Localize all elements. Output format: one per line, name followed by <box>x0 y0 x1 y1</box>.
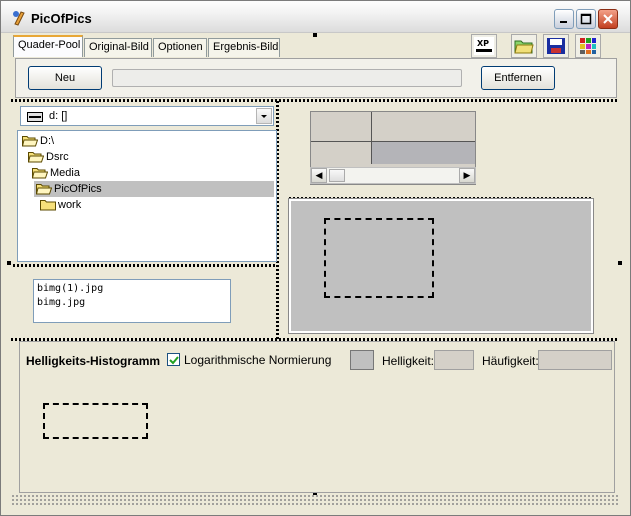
open-folder-icon <box>36 184 52 195</box>
status-strip <box>11 494 619 507</box>
tab-label: Quader-Pool <box>18 39 81 51</box>
tree-item-selected[interactable]: PicOfPics <box>34 181 274 197</box>
folder-icon <box>40 200 56 211</box>
list-item[interactable]: bimg.jpg <box>37 296 227 310</box>
xp-icon-text: XP <box>477 39 489 48</box>
tab-label: Original-Bild <box>89 41 149 53</box>
save-button[interactable] <box>543 34 569 58</box>
histogram-title: Helligkeits-Histogramm <box>26 354 161 368</box>
scroll-thumb[interactable] <box>329 169 345 182</box>
tree-item-label: work <box>58 199 82 211</box>
brightness-label: Helligkeit: <box>382 354 435 368</box>
file-list[interactable]: bimg(1).jpg bimg.jpg <box>33 279 231 323</box>
open-folder-icon <box>22 136 38 147</box>
tab-quader-pool[interactable]: Quader-Pool <box>13 35 83 57</box>
window-title: PicOfPics <box>31 11 92 26</box>
minimize-icon <box>560 21 567 23</box>
color-grid-button[interactable] <box>575 34 601 58</box>
grid-cell-selected <box>372 142 475 164</box>
close-icon <box>603 14 613 24</box>
tree-item[interactable]: Media <box>30 165 80 181</box>
open-folder-button[interactable] <box>511 34 537 58</box>
tab-optionen[interactable]: Optionen <box>153 38 207 57</box>
splitter-left-inner[interactable] <box>13 264 277 267</box>
action-panel: Neu Entfernen <box>15 58 617 98</box>
grid-cell <box>372 112 475 142</box>
app-icon <box>13 11 25 26</box>
open-folder-icon <box>514 40 534 54</box>
frequency-label: Häufigkeit: <box>482 354 539 368</box>
open-folder-icon <box>28 152 44 163</box>
drive-value: d: [] <box>49 110 68 122</box>
list-item[interactable]: bimg(1).jpg <box>37 282 227 296</box>
image-canvas[interactable] <box>288 198 594 334</box>
new-button[interactable]: Neu <box>28 66 102 90</box>
scroll-right-button[interactable]: ▶ <box>459 168 475 183</box>
horizontal-scrollbar[interactable]: ◀ ▶ <box>310 167 476 184</box>
tab-ergebnis-bild[interactable]: Ergebnis-Bild <box>208 38 280 57</box>
close-button[interactable] <box>598 9 618 29</box>
brightness-color-swatch <box>350 350 374 370</box>
remove-button[interactable]: Entfernen <box>481 66 555 90</box>
drive-icon <box>27 112 43 122</box>
xp-style-icon: XP <box>474 37 494 55</box>
log-normalization-checkbox[interactable] <box>167 353 180 366</box>
maximize-button[interactable] <box>576 9 596 29</box>
frequency-field <box>538 350 612 370</box>
minimize-button[interactable] <box>554 9 574 29</box>
selection-rectangle <box>324 218 434 298</box>
tree-item-label: PicOfPics <box>54 183 102 195</box>
dropdown-button[interactable] <box>256 108 272 124</box>
histogram-panel: Helligkeits-Histogramm Logarithmische No… <box>19 341 615 493</box>
tree-item[interactable]: D:\ <box>20 133 54 149</box>
xp-style-button[interactable]: XP <box>471 34 497 58</box>
grip-handle <box>618 261 622 265</box>
open-folder-icon <box>32 168 48 179</box>
histogram-placeholder <box>43 403 148 439</box>
tree-item-label: D:\ <box>40 135 55 147</box>
scroll-left-button[interactable]: ◀ <box>311 168 327 183</box>
tree-item-label: Media <box>50 167 80 179</box>
checkmark-icon <box>169 356 179 365</box>
tree-item-label: Dsrc <box>46 151 69 163</box>
title-bar[interactable]: PicOfPics <box>1 1 630 33</box>
tree-item[interactable]: work <box>38 197 81 213</box>
brightness-field <box>434 350 474 370</box>
tree-item[interactable]: Dsrc <box>26 149 69 165</box>
color-grid-icon <box>580 38 596 54</box>
grid-cell <box>311 142 372 164</box>
tab-label: Optionen <box>158 41 203 53</box>
splitter-top[interactable] <box>11 99 619 102</box>
folder-tree[interactable]: D:\ Dsrc Media PicOfPics work <box>17 130 277 262</box>
grip-handle <box>7 261 11 265</box>
client-area: Quader-Pool Original-Bild Optionen Ergeb… <box>5 33 626 513</box>
log-normalization-label: Logarithmische Normierung <box>184 353 332 367</box>
progress-bar <box>112 69 462 87</box>
maximize-icon <box>580 13 592 25</box>
tab-original-bild[interactable]: Original-Bild <box>84 38 152 57</box>
grip-handle <box>313 33 317 37</box>
save-disk-icon <box>547 38 565 54</box>
drive-select[interactable]: d: [] <box>20 106 274 126</box>
block-preview-panel: ◀ ▶ <box>288 105 594 197</box>
app-window: PicOfPics Quader-Pool Original-Bild Opti… <box>0 0 631 516</box>
grid-cell <box>311 112 372 142</box>
tab-label: Ergebnis-Bild <box>213 41 279 53</box>
chevron-down-icon <box>261 115 267 118</box>
